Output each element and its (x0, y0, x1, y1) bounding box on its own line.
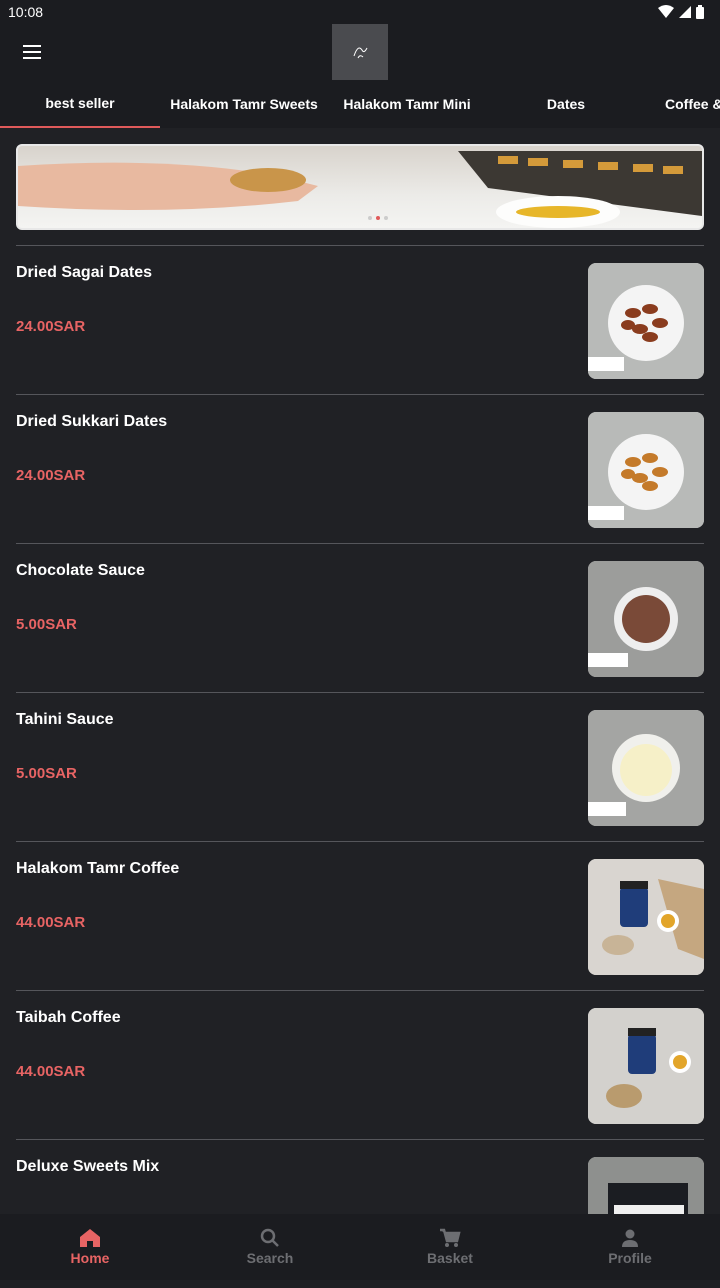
product-price: 24.00SAR (16, 467, 86, 484)
product-name: Chocolate Sauce (16, 562, 145, 579)
coffee-jar-image (588, 1008, 704, 1124)
nav-home[interactable]: Home (0, 1214, 180, 1280)
product-price: 44.00SAR (16, 914, 86, 931)
product-name: Taibah Coffee (16, 1009, 121, 1026)
product-item[interactable]: Halakom Tamr Coffee 44.00SAR (16, 841, 704, 990)
cart-icon (440, 1228, 461, 1247)
product-price: 5.00SAR (16, 616, 77, 633)
product-price: 5.00SAR (16, 765, 77, 782)
tab-halakom-tamr-mini[interactable]: Halakom Tamr Mini (327, 80, 487, 128)
tab-halakom-tamr-sweets[interactable]: Halakom Tamr Sweets (164, 80, 324, 128)
nav-search-label: Search (246, 1250, 294, 1266)
product-name: Deluxe Sweets Mix (16, 1158, 160, 1175)
search-icon (260, 1228, 279, 1247)
battery-icon (696, 5, 704, 19)
product-name: Dried Sukkari Dates (16, 413, 168, 430)
nav-profile[interactable]: Profile (540, 1214, 720, 1280)
product-item[interactable]: Dried Sukkari Dates 24.00SAR (16, 394, 704, 543)
sauce-cup-image (588, 561, 704, 677)
dates-bowl-image (588, 263, 704, 379)
product-list: Dried Sagai Dates 24.00SAR Dried Sukkari… (16, 245, 704, 1288)
nav-basket[interactable]: Basket (360, 1214, 540, 1280)
app-bar (0, 24, 720, 80)
nav-profile-label: Profile (608, 1250, 652, 1266)
tab-best-seller[interactable]: best seller (0, 80, 160, 128)
person-icon (622, 1229, 638, 1247)
nav-search[interactable]: Search (180, 1214, 360, 1280)
status-bar: 10:08 (0, 0, 720, 24)
product-item[interactable]: Tahini Sauce 5.00SAR (16, 692, 704, 841)
product-item[interactable]: Chocolate Sauce 5.00SAR (16, 543, 704, 692)
product-name: Halakom Tamr Coffee (16, 860, 180, 877)
tab-coffee[interactable]: Coffee & (640, 80, 720, 128)
nav-basket-label: Basket (427, 1250, 473, 1266)
promo-banner[interactable] (16, 144, 704, 230)
menu-icon[interactable] (12, 32, 52, 72)
product-item[interactable]: Dried Sagai Dates 24.00SAR (16, 245, 704, 394)
banner-pager (368, 216, 388, 220)
home-icon (80, 1229, 100, 1247)
nav-home-label: Home (70, 1250, 110, 1266)
signal-icon (679, 6, 691, 18)
product-price: 24.00SAR (16, 318, 86, 335)
dates-bowl-image (588, 412, 704, 528)
tab-dates[interactable]: Dates (486, 80, 646, 128)
brand-logo (332, 24, 388, 80)
product-item[interactable]: Taibah Coffee 44.00SAR (16, 990, 704, 1139)
status-time: 10:08 (8, 4, 44, 20)
product-name: Tahini Sauce (16, 711, 114, 728)
sauce-cup-image (588, 710, 704, 826)
bottom-navigation: Home Search Basket Profile (0, 1214, 720, 1280)
banner-image (18, 151, 702, 228)
product-price: 44.00SAR (16, 1063, 86, 1080)
category-tabs: best seller Halakom Tamr Sweets Halakom … (0, 80, 720, 128)
product-name: Dried Sagai Dates (16, 264, 153, 281)
wifi-icon (658, 5, 674, 18)
coffee-jar-image (588, 859, 704, 975)
